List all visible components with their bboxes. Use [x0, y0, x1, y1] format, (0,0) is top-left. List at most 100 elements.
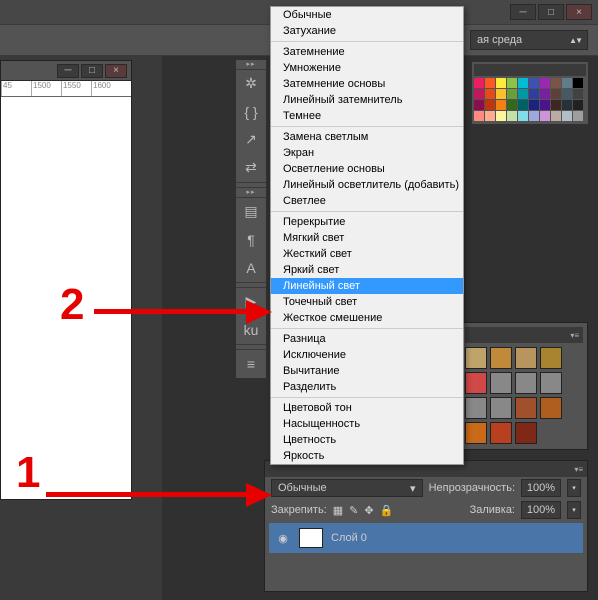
- menu-item[interactable]: Осветление основы: [271, 161, 463, 177]
- swatch[interactable]: [562, 89, 572, 99]
- lock-icons[interactable]: ▦ ✎ ✥ 🔒: [333, 504, 394, 517]
- swatch[interactable]: [540, 111, 550, 121]
- style-swatch[interactable]: [465, 372, 487, 394]
- dock-grip-icon[interactable]: ▸▸: [236, 60, 266, 70]
- swatch[interactable]: [540, 89, 550, 99]
- swatch[interactable]: [551, 89, 561, 99]
- menu-item[interactable]: Цветность: [271, 432, 463, 448]
- menu-item[interactable]: Насыщенность: [271, 416, 463, 432]
- swatch[interactable]: [551, 78, 561, 88]
- swatch[interactable]: [507, 100, 517, 110]
- type-icon[interactable]: A: [236, 254, 266, 282]
- menu-item[interactable]: Мягкий свет: [271, 230, 463, 246]
- style-swatch[interactable]: [465, 397, 487, 419]
- menu-item[interactable]: Перекрытие: [271, 214, 463, 230]
- menu-item[interactable]: Замена светлым: [271, 129, 463, 145]
- swatch[interactable]: [474, 89, 484, 99]
- swatch[interactable]: [485, 111, 495, 121]
- menu-item[interactable]: Темнее: [271, 108, 463, 124]
- style-swatch[interactable]: [540, 397, 562, 419]
- doc-maximize-button[interactable]: □: [81, 64, 103, 78]
- menu-item[interactable]: Цветовой тон: [271, 400, 463, 416]
- swatch[interactable]: [562, 111, 572, 121]
- swatch[interactable]: [507, 111, 517, 121]
- swatch[interactable]: [485, 89, 495, 99]
- swatch[interactable]: [474, 78, 484, 88]
- app-maximize-button[interactable]: □: [538, 4, 564, 20]
- style-swatch[interactable]: [465, 347, 487, 369]
- meter-icon[interactable]: ≡: [236, 350, 266, 378]
- style-swatch[interactable]: [465, 422, 487, 444]
- wheel-icon[interactable]: ✲: [236, 70, 266, 98]
- swatch[interactable]: [485, 100, 495, 110]
- style-swatch[interactable]: [515, 372, 537, 394]
- swatch[interactable]: [518, 89, 528, 99]
- blend-mode-select[interactable]: Обычные ▾: [271, 479, 423, 497]
- swatch[interactable]: [573, 89, 583, 99]
- swatch[interactable]: [540, 100, 550, 110]
- swatch[interactable]: [518, 78, 528, 88]
- swatch[interactable]: [507, 89, 517, 99]
- opacity-value[interactable]: 100%: [521, 479, 561, 497]
- swatch[interactable]: [518, 100, 528, 110]
- style-swatch[interactable]: [490, 397, 512, 419]
- swatch[interactable]: [573, 78, 583, 88]
- menu-item[interactable]: Жесткое смешение: [271, 310, 463, 326]
- menu-item[interactable]: Разница: [271, 331, 463, 347]
- style-swatch[interactable]: [540, 347, 562, 369]
- swatch[interactable]: [551, 111, 561, 121]
- brackets-icon[interactable]: { }: [236, 98, 266, 126]
- layer-row[interactable]: ◉ Слой 0: [269, 523, 583, 553]
- blend-mode-menu[interactable]: ОбычныеЗатуханиеЗатемнениеУмножениеЗатем…: [270, 6, 464, 465]
- panel-icon[interactable]: ▤: [236, 198, 266, 226]
- swatch[interactable]: [529, 78, 539, 88]
- swatch[interactable]: [573, 100, 583, 110]
- menu-item[interactable]: Экран: [271, 145, 463, 161]
- swatch[interactable]: [474, 100, 484, 110]
- menu-item[interactable]: Затухание: [271, 23, 463, 39]
- menu-item[interactable]: Жесткий свет: [271, 246, 463, 262]
- swatch[interactable]: [562, 100, 572, 110]
- menu-item[interactable]: Светлее: [271, 193, 463, 209]
- swatch[interactable]: [496, 89, 506, 99]
- style-swatch[interactable]: [490, 347, 512, 369]
- swatch[interactable]: [562, 78, 572, 88]
- lock-brush-icon[interactable]: ✎: [349, 504, 358, 517]
- menu-item[interactable]: Точечный свет: [271, 294, 463, 310]
- swatch[interactable]: [507, 78, 517, 88]
- style-swatch[interactable]: [490, 372, 512, 394]
- lock-all-icon[interactable]: 🔒: [380, 504, 394, 517]
- swatch[interactable]: [518, 111, 528, 121]
- style-swatch[interactable]: [515, 347, 537, 369]
- swatch[interactable]: [529, 100, 539, 110]
- menu-item[interactable]: Яркость: [271, 448, 463, 464]
- menu-item[interactable]: Линейный осветлитель (добавить): [271, 177, 463, 193]
- fill-spin[interactable]: ▾: [567, 501, 581, 519]
- swatch[interactable]: [551, 100, 561, 110]
- swatch[interactable]: [540, 78, 550, 88]
- style-swatch[interactable]: [515, 422, 537, 444]
- opacity-spin[interactable]: ▾: [567, 479, 581, 497]
- lock-transparent-icon[interactable]: ▦: [333, 504, 343, 517]
- swatch[interactable]: [496, 78, 506, 88]
- swatch[interactable]: [529, 89, 539, 99]
- style-swatch[interactable]: [515, 397, 537, 419]
- style-swatch[interactable]: [540, 372, 562, 394]
- menu-item[interactable]: Вычитание: [271, 363, 463, 379]
- menu-item[interactable]: Затемнение основы: [271, 76, 463, 92]
- swatch[interactable]: [485, 78, 495, 88]
- menu-item[interactable]: Яркий свет: [271, 262, 463, 278]
- panel-tabs[interactable]: ▾≡: [465, 327, 583, 343]
- doc-close-button[interactable]: ×: [105, 64, 127, 78]
- workspace-selector[interactable]: ая среда ▲▼: [470, 30, 588, 50]
- app-minimize-button[interactable]: ─: [510, 4, 536, 20]
- fill-value[interactable]: 100%: [521, 501, 561, 519]
- swatches-tab[interactable]: [474, 64, 586, 76]
- menu-item[interactable]: Разделить: [271, 379, 463, 395]
- menu-item[interactable]: Умножение: [271, 60, 463, 76]
- swatch[interactable]: [496, 111, 506, 121]
- menu-item[interactable]: Линейный затемнитель: [271, 92, 463, 108]
- swatch[interactable]: [573, 111, 583, 121]
- menu-item[interactable]: Исключение: [271, 347, 463, 363]
- swatch[interactable]: [529, 111, 539, 121]
